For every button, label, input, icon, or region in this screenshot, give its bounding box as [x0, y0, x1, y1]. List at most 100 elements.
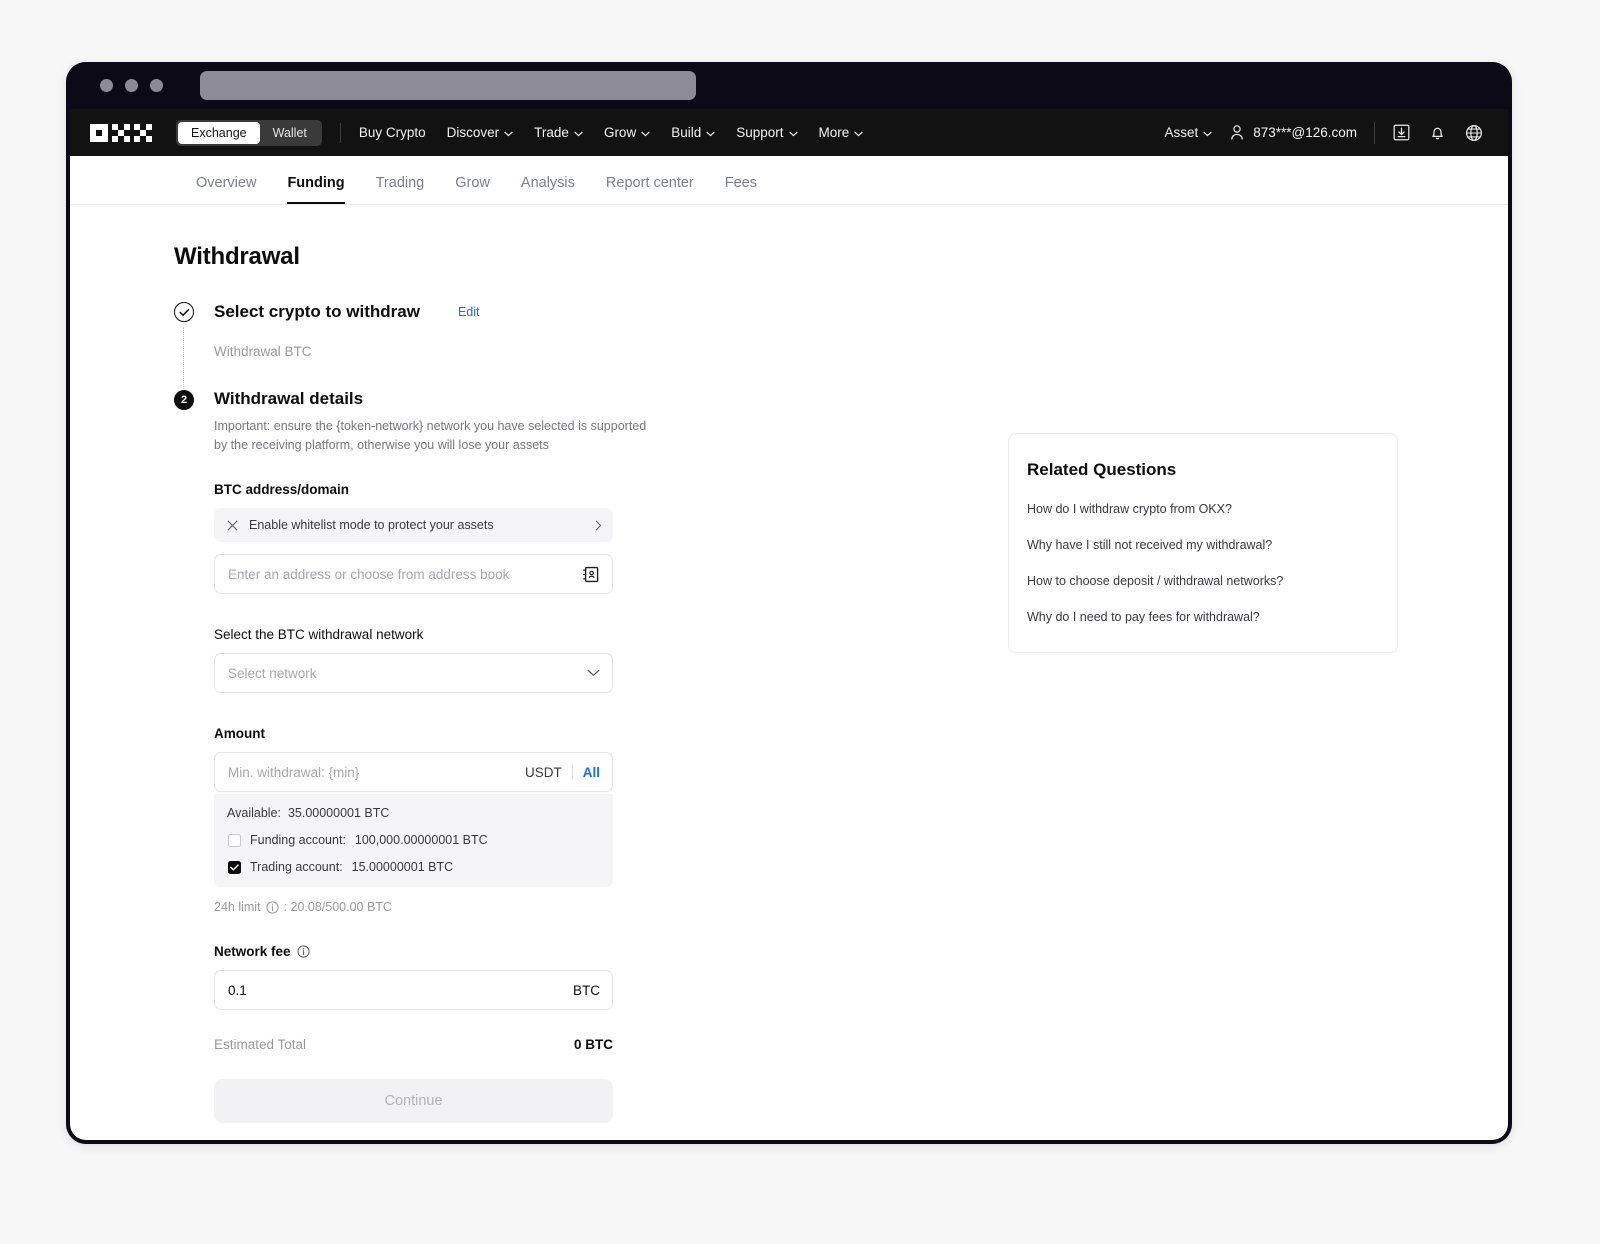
whitelist-banner-label: Enable whitelist mode to protect your as…: [249, 518, 494, 532]
trading-account-value: 15.00000001 BTC: [351, 860, 454, 874]
tab-trading[interactable]: Trading: [376, 175, 425, 204]
info-icon[interactable]: [265, 900, 279, 914]
nav-item-support[interactable]: Support: [736, 125, 798, 140]
nav-label: Build: [671, 125, 702, 140]
nav-label: Support: [736, 125, 784, 140]
tab-report-center[interactable]: Report center: [606, 175, 694, 204]
trading-account-checkbox[interactable]: [228, 860, 241, 874]
daily-limit-line: 24h limit : 20.08/500.00 BTC: [214, 900, 774, 914]
related-question-item[interactable]: How to choose deposit / withdrawal netwo…: [1009, 574, 1397, 588]
bell-icon[interactable]: [1428, 123, 1447, 142]
related-questions-title: Related Questions: [1027, 460, 1177, 479]
continue-button[interactable]: Continue: [214, 1079, 613, 1123]
available-label: Available:: [227, 806, 281, 820]
browser-titlebar: [66, 62, 1512, 109]
step-2-marker: 2: [174, 390, 194, 410]
nav-item-more[interactable]: More: [819, 125, 864, 140]
address-field-label: BTC address/domain: [214, 482, 350, 497]
nav-item-discover[interactable]: Discover: [447, 125, 514, 140]
tab-overview[interactable]: Overview: [196, 175, 256, 204]
trading-account-label: Trading account:: [250, 860, 343, 874]
toggle-wallet[interactable]: Wallet: [260, 122, 320, 144]
chevron-down-icon: [1203, 125, 1212, 140]
amount-all-button[interactable]: All: [583, 765, 600, 780]
amount-input[interactable]: Min. withdrawal: {min} USDT All: [214, 752, 613, 792]
estimated-total-label: Estimated Total: [214, 1037, 307, 1052]
address-book-icon[interactable]: [583, 566, 600, 583]
globe-icon[interactable]: [1464, 123, 1484, 143]
funding-account-value: 100,000.00000001 BTC: [354, 833, 488, 847]
account-menu[interactable]: 873***@126.com: [1229, 124, 1357, 141]
network-fee-block: Network fee 0.1 BTC: [214, 944, 774, 1010]
estimated-total-row: Estimated Total 0 BTC: [214, 1037, 613, 1052]
nav-divider: [1374, 121, 1375, 144]
tab-analysis[interactable]: Analysis: [521, 175, 575, 204]
chevron-down-icon: [641, 125, 650, 140]
info-icon[interactable]: [296, 945, 310, 958]
nav-label: Asset: [1164, 125, 1199, 140]
network-select[interactable]: Select network: [214, 653, 613, 693]
chevron-down-icon: [706, 125, 715, 140]
nav-item-grow[interactable]: Grow: [604, 125, 650, 140]
close-icon[interactable]: [227, 520, 238, 531]
chevron-down-icon: [574, 125, 583, 140]
address-input[interactable]: Enter an address or choose from address …: [214, 554, 613, 594]
page-viewport: Exchange Wallet Buy Crypto Discover Trad…: [70, 109, 1508, 1140]
amount-unit-label: USDT: [524, 764, 562, 780]
secondary-navigation-tabs: Overview Funding Trading Grow Analysis R…: [70, 156, 1508, 205]
primary-nav-links: Buy Crypto Discover Trade Grow Build Sup…: [359, 125, 863, 140]
okx-logo-icon[interactable]: [90, 123, 154, 142]
address-bar[interactable]: [200, 71, 696, 100]
tab-grow[interactable]: Grow: [455, 175, 490, 204]
related-question-item[interactable]: How do I withdraw crypto from OKX?: [1009, 502, 1397, 516]
network-fee-value: 0.1: [228, 982, 247, 998]
funding-account-row[interactable]: Funding account: 100,000.00000001 BTC: [227, 833, 600, 847]
minimize-window-button[interactable]: [125, 79, 138, 92]
step-2-title-wrap: Withdrawal details: [214, 389, 774, 409]
withdrawal-summary-text: Withdrawal BTC: [214, 344, 312, 359]
network-fee-input[interactable]: 0.1 BTC: [214, 970, 613, 1010]
nav-item-trade[interactable]: Trade: [534, 125, 583, 140]
available-value: 35.00000001 BTC: [287, 806, 390, 820]
step-2-title: Withdrawal details: [214, 389, 364, 408]
close-window-button[interactable]: [100, 79, 113, 92]
download-icon[interactable]: [1392, 123, 1411, 142]
exchange-wallet-toggle[interactable]: Exchange Wallet: [176, 119, 322, 146]
balances-panel: Available: 35.00000001 BTC Funding accou…: [214, 794, 613, 887]
step-1-heading-row: Select crypto to withdraw Edit: [214, 301, 479, 322]
nav-label: Discover: [446, 125, 500, 140]
limit-label: 24h limit: [214, 900, 261, 914]
chevron-down-icon: [854, 125, 863, 140]
nav-item-asset[interactable]: Asset: [1164, 125, 1212, 140]
address-input-placeholder: Enter an address or choose from address …: [228, 566, 510, 582]
amount-input-placeholder: Min. withdrawal: {min}: [228, 764, 360, 780]
tab-fees[interactable]: Fees: [725, 175, 757, 204]
trading-account-row[interactable]: Trading account: 15.00000001 BTC: [227, 860, 600, 874]
network-field-label: Select the BTC withdrawal network: [214, 627, 424, 642]
browser-window: Exchange Wallet Buy Crypto Discover Trad…: [66, 62, 1512, 1144]
account-email-label: 873***@126.com: [1253, 125, 1357, 140]
related-question-item[interactable]: Why have I still not received my withdra…: [1009, 538, 1397, 552]
step-withdrawal-details: 2 Withdrawal details Important: ensure t…: [174, 389, 774, 1123]
page-title: Withdrawal: [174, 243, 300, 270]
nav-item-build[interactable]: Build: [671, 125, 715, 140]
nav-item-buy-crypto[interactable]: Buy Crypto: [359, 125, 426, 140]
available-balance-line: Available: 35.00000001 BTC: [227, 806, 600, 820]
funding-account-checkbox[interactable]: [228, 833, 241, 847]
maximize-window-button[interactable]: [150, 79, 163, 92]
edit-link[interactable]: Edit: [458, 305, 480, 319]
tab-funding[interactable]: Funding: [287, 175, 345, 204]
related-question-item[interactable]: Why do I need to pay fees for withdrawal…: [1009, 610, 1397, 624]
amount-field-label: Amount: [214, 726, 265, 741]
toggle-exchange[interactable]: Exchange: [178, 121, 260, 144]
step-1-title: Select crypto to withdraw: [214, 301, 420, 321]
network-fee-label: Network fee: [214, 944, 774, 959]
address-field-block: BTC address/domain Enable whitelist mode…: [214, 482, 774, 594]
page-content: Withdrawal Select crypto to withdraw Edi…: [70, 205, 1508, 1140]
whitelist-mode-banner[interactable]: Enable whitelist mode to protect your as…: [214, 508, 613, 542]
network-fee-label-text: Network fee: [214, 944, 291, 959]
chevron-right-icon: [595, 520, 602, 531]
network-fee-unit: BTC: [573, 982, 600, 998]
step-connector-line: [183, 327, 184, 395]
estimated-total-value: 0 BTC: [573, 1037, 613, 1052]
